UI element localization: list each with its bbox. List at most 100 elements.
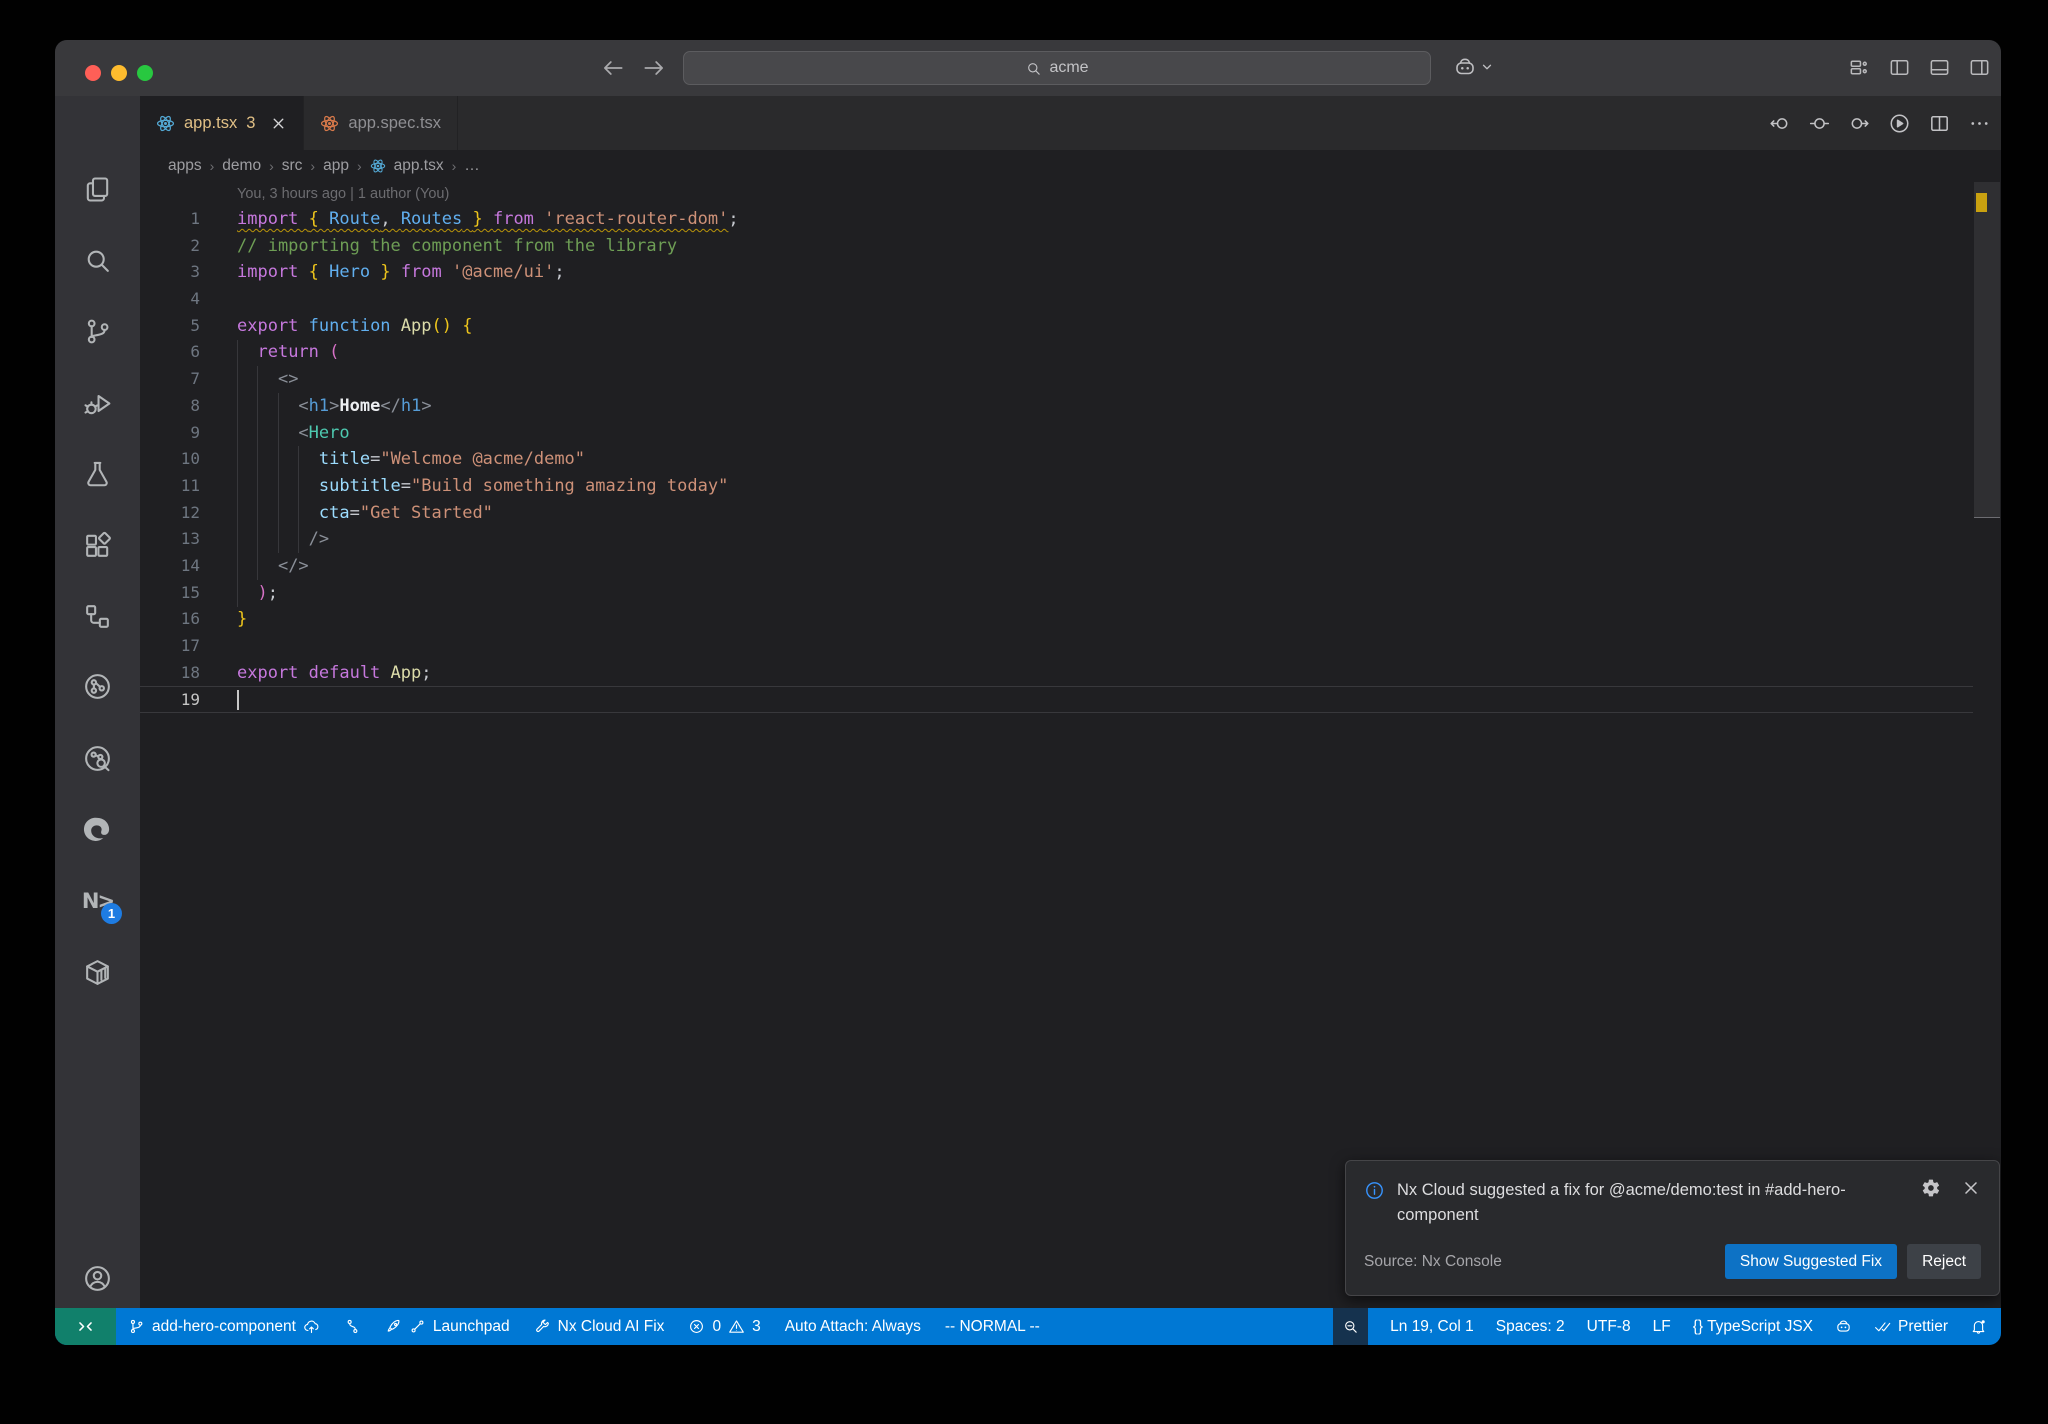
activity-bar-item-nx-graph[interactable] bbox=[55, 730, 140, 786]
status-item-copilot-status[interactable] bbox=[1835, 1308, 1852, 1345]
code-line[interactable]: 9 <Hero bbox=[140, 420, 1973, 447]
copilot-menu-button[interactable] bbox=[1453, 55, 1494, 79]
editor-scrollbar[interactable] bbox=[1973, 182, 2001, 1308]
navigate-back-icon[interactable] bbox=[1768, 112, 1791, 135]
activity-bar-item-edge-browser[interactable] bbox=[55, 801, 140, 857]
line-number[interactable]: 18 bbox=[140, 660, 200, 687]
code-line[interactable]: 19 bbox=[140, 686, 1973, 714]
line-number[interactable]: 12 bbox=[140, 500, 200, 527]
code-line[interactable]: 17 bbox=[140, 633, 1973, 660]
tab-app-tsx[interactable]: app.tsx 3 bbox=[140, 96, 305, 150]
activity-bar-item-extensions[interactable] bbox=[55, 517, 140, 573]
status-item-eol[interactable]: LF bbox=[1653, 1308, 1671, 1345]
line-number[interactable]: 13 bbox=[140, 526, 200, 553]
code-line[interactable]: 6 return ( bbox=[140, 339, 1973, 366]
history-forward-button[interactable] bbox=[641, 55, 667, 81]
activity-bar-item-source-control[interactable] bbox=[55, 303, 140, 359]
status-item-git-graph[interactable] bbox=[344, 1308, 361, 1345]
activity-bar-item-run-debug[interactable] bbox=[55, 375, 140, 431]
code-line[interactable]: 14 </> bbox=[140, 553, 1973, 580]
window-close-button[interactable] bbox=[85, 65, 101, 81]
remote-indicator-button[interactable] bbox=[55, 1308, 116, 1345]
split-editor-icon[interactable] bbox=[1928, 112, 1951, 135]
breadcrumb-item[interactable]: apps bbox=[168, 157, 202, 175]
line-number[interactable]: 15 bbox=[140, 580, 200, 607]
code-line[interactable]: 11 subtitle="Build something amazing tod… bbox=[140, 473, 1973, 500]
tab-app-spec-tsx[interactable]: app.spec.tsx bbox=[304, 96, 459, 150]
panel-right-icon[interactable] bbox=[1968, 56, 1991, 79]
line-number[interactable]: 1 bbox=[140, 206, 200, 233]
status-item-launchpad[interactable]: Launchpad bbox=[385, 1308, 510, 1345]
code-line[interactable]: 18 export default App; bbox=[140, 660, 1973, 687]
activity-bar-item-explorer[interactable] bbox=[55, 161, 140, 217]
status-item-notifications-bell[interactable] bbox=[1970, 1308, 1987, 1345]
code-line[interactable]: 10 title="Welcmoe @acme/demo" bbox=[140, 446, 1973, 473]
code-line[interactable]: 7 <> bbox=[140, 366, 1973, 393]
panel-bottom-icon[interactable] bbox=[1928, 56, 1951, 79]
status-item-cursor-position[interactable]: Ln 19, Col 1 bbox=[1390, 1308, 1474, 1345]
line-number[interactable]: 19 bbox=[140, 687, 200, 712]
activity-bar-item-search[interactable] bbox=[55, 232, 140, 288]
activity-bar-item-git-graph-circle[interactable] bbox=[55, 658, 140, 714]
breadcrumb-item[interactable]: app.tsx bbox=[394, 157, 444, 175]
line-number[interactable]: 10 bbox=[140, 446, 200, 473]
code-line[interactable]: 12 cta="Get Started" bbox=[140, 500, 1973, 527]
tab-close-icon[interactable] bbox=[270, 115, 287, 132]
line-number[interactable]: 8 bbox=[140, 393, 200, 420]
code-line[interactable]: 4 bbox=[140, 286, 1973, 313]
window-zoom-button[interactable] bbox=[137, 65, 153, 81]
activity-bar-item-account[interactable] bbox=[55, 1250, 140, 1306]
status-item-language-mode[interactable]: {} TypeScript JSX bbox=[1693, 1308, 1813, 1345]
activity-bar-item-containers[interactable] bbox=[55, 944, 140, 1000]
code-line[interactable]: 15 ); bbox=[140, 580, 1973, 607]
status-item-auto-attach[interactable]: Auto Attach: Always bbox=[785, 1308, 921, 1345]
breadcrumb-item[interactable]: app bbox=[323, 157, 349, 175]
line-number[interactable]: 6 bbox=[140, 339, 200, 366]
code-line[interactable]: 8 <h1>Home</h1> bbox=[140, 393, 1973, 420]
line-number[interactable]: 11 bbox=[140, 473, 200, 500]
notification-close-icon[interactable] bbox=[1961, 1178, 1981, 1198]
code-line[interactable]: 2 // importing the component from the lib… bbox=[140, 233, 1973, 260]
panel-left-icon[interactable] bbox=[1888, 56, 1911, 79]
customize-layout-icon[interactable] bbox=[1848, 56, 1871, 79]
line-number[interactable]: 17 bbox=[140, 633, 200, 660]
run-icon[interactable] bbox=[1888, 112, 1911, 135]
line-number[interactable]: 14 bbox=[140, 553, 200, 580]
status-item-git-branch[interactable]: add-hero-component bbox=[128, 1308, 320, 1345]
status-item-indentation[interactable]: Spaces: 2 bbox=[1496, 1308, 1565, 1345]
breadcrumb-item[interactable]: src bbox=[282, 157, 303, 175]
code-line[interactable]: 5 export function App() { bbox=[140, 313, 1973, 340]
line-number[interactable]: 9 bbox=[140, 420, 200, 447]
status-item-zoom-indicator[interactable] bbox=[1333, 1308, 1369, 1345]
line-number[interactable]: 5 bbox=[140, 313, 200, 340]
status-item-problems[interactable]: 03 bbox=[688, 1308, 761, 1345]
history-back-button[interactable] bbox=[600, 55, 626, 81]
reject-button[interactable]: Reject bbox=[1907, 1244, 1981, 1279]
show-suggested-fix-button[interactable]: Show Suggested Fix bbox=[1724, 1244, 1898, 1279]
status-item-vim-mode[interactable]: -- NORMAL -- bbox=[945, 1308, 1040, 1345]
activity-bar-item-testing[interactable] bbox=[55, 445, 140, 501]
line-number[interactable]: 16 bbox=[140, 606, 200, 633]
timeline-marker-icon[interactable] bbox=[1808, 112, 1831, 135]
activity-bar-item-nx-console[interactable]: N> 1 bbox=[55, 873, 140, 929]
scrollbar-thumb[interactable] bbox=[1974, 182, 2000, 518]
code-editor[interactable]: You, 3 hours ago | 1 author (You) 1 impor… bbox=[140, 182, 1973, 1308]
status-item-nx-cloud-ai-fix[interactable]: Nx Cloud AI Fix bbox=[534, 1308, 664, 1345]
code-line[interactable]: 16} bbox=[140, 606, 1973, 633]
code-line[interactable]: 13 /> bbox=[140, 526, 1973, 553]
window-minimize-button[interactable] bbox=[111, 65, 127, 81]
status-item-encoding[interactable]: UTF-8 bbox=[1587, 1308, 1631, 1345]
line-number[interactable]: 7 bbox=[140, 366, 200, 393]
line-number[interactable]: 2 bbox=[140, 233, 200, 260]
code-line[interactable]: 3 import { Hero } from '@acme/ui'; bbox=[140, 259, 1973, 286]
line-number[interactable]: 4 bbox=[140, 286, 200, 313]
command-center-search[interactable]: acme bbox=[683, 51, 1431, 85]
more-actions-icon[interactable] bbox=[1968, 112, 1991, 135]
notification-settings-icon[interactable] bbox=[1921, 1178, 1941, 1198]
breadcrumb[interactable]: apps › demo › src › app › app.tsx ›… bbox=[140, 150, 2001, 182]
activity-bar-item-references[interactable] bbox=[55, 588, 140, 644]
line-number[interactable]: 3 bbox=[140, 259, 200, 286]
breadcrumb-item[interactable]: demo bbox=[222, 157, 261, 175]
code-line[interactable]: 1 import { Route, Routes } from 'react-ro… bbox=[140, 206, 1973, 233]
breadcrumb-item[interactable]: … bbox=[464, 157, 480, 175]
